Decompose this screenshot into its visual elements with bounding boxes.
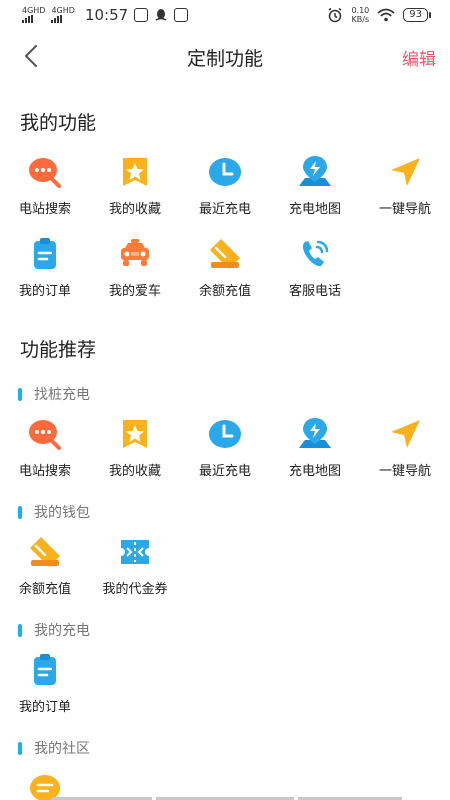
function-label: 余额充值 [18, 582, 71, 597]
section-marker [18, 623, 22, 637]
function-label: 最近充电 [198, 464, 251, 479]
star-icon [117, 416, 153, 452]
group-title-text: 我的钱包 [34, 505, 90, 521]
function-label: 充电地图 [288, 202, 341, 217]
chat-search-icon [27, 154, 63, 190]
function-item-recent-charging[interactable]: 最近充电 [180, 416, 270, 479]
function-label: 一键导航 [378, 464, 431, 479]
function-label: 客服电话 [288, 284, 341, 299]
function-label: 我的爱车 [108, 284, 161, 299]
net-speed: 0.10 KB/s [351, 6, 369, 24]
section-marker [18, 505, 22, 519]
recommended-title: 功能推荐 [20, 339, 97, 361]
function-item-recent-charging[interactable]: 最近充电 [180, 154, 270, 217]
group-title-text: 我的社区 [34, 741, 90, 757]
clock-icon [207, 416, 243, 452]
status-right: 0.10 KB/s 93 [327, 6, 431, 24]
function-item-my-orders[interactable]: 我的订单 [0, 236, 90, 299]
function-label: 我的收藏 [108, 202, 161, 217]
function-item-my-coupons[interactable]: 我的代金券 [90, 534, 180, 597]
signal-icon-sim2: 4GHD [51, 6, 75, 23]
wifi-icon [377, 8, 395, 22]
card-icon [27, 534, 63, 570]
sim2-label: 4GHD [51, 6, 75, 15]
clipboard-icon [27, 652, 63, 688]
clipboard-icon [27, 236, 63, 272]
group-title-my-wallet: 我的钱包 [18, 502, 90, 522]
function-item-station-search[interactable]: 电站搜索 [0, 154, 90, 217]
function-item-favorites[interactable]: 我的收藏 [90, 154, 180, 217]
map-bolt-icon [297, 416, 333, 452]
chat-search-icon [27, 416, 63, 452]
page-title: 定制功能 [186, 48, 263, 70]
function-item-navigation[interactable]: 一键导航 [360, 416, 450, 479]
function-label: 我的代金券 [102, 582, 168, 597]
section-marker [18, 741, 22, 755]
function-label: 最近充电 [198, 202, 251, 217]
status-left: 4GHD 4GHD 10:57 [22, 6, 189, 24]
function-label: 我的收藏 [108, 464, 161, 479]
notification-app-icon [134, 8, 149, 22]
image-notification-icon [174, 8, 189, 22]
my-functions-title: 我的功能 [20, 112, 97, 134]
group-title-my-community: 我的社区 [18, 738, 90, 758]
map-bolt-icon [297, 154, 333, 190]
navigation-icon [387, 154, 423, 190]
function-item-my-car[interactable]: 我的爱车 [90, 236, 180, 299]
function-item-navigation[interactable]: 一键导航 [360, 154, 450, 217]
function-item-community[interactable] [0, 772, 90, 800]
function-label: 电站搜索 [18, 464, 71, 479]
section-marker [18, 387, 22, 401]
star-icon [117, 154, 153, 190]
function-item-station-search[interactable]: 电站搜索 [0, 416, 90, 479]
group-title-my-charging: 我的充电 [18, 620, 90, 640]
sim1-label: 4GHD [22, 6, 46, 15]
function-label: 余额充值 [198, 284, 251, 299]
navigation-icon [387, 416, 423, 452]
alarm-icon [329, 7, 342, 23]
card-icon [207, 236, 243, 272]
phone-icon [297, 236, 333, 272]
qq-icon [155, 9, 167, 21]
status-bar: 4GHD 4GHD 10:57 0.10 KB/s 93 [0, 0, 450, 30]
coupon-icon [117, 534, 153, 570]
function-item-charging-map[interactable]: 充电地图 [270, 154, 360, 217]
function-label: 一键导航 [378, 202, 431, 217]
clock-time: 10:57 [84, 6, 129, 24]
group-title-text: 我的充电 [34, 623, 90, 639]
signal-icon-sim1: 4GHD [22, 7, 45, 23]
net-speed-unit: KB/s [351, 15, 370, 24]
net-speed-value: 0.10 [351, 6, 370, 15]
group-title-text: 找桩充电 [34, 387, 90, 403]
battery-indicator: 93 [403, 8, 431, 22]
function-label: 我的订单 [18, 284, 71, 299]
header: 定制功能 编辑 [0, 34, 450, 78]
car-icon [117, 236, 153, 272]
function-label: 充电地图 [288, 464, 341, 479]
clock-icon [207, 154, 243, 190]
function-item-balance-recharge[interactable]: 余额充值 [180, 236, 270, 299]
function-item-favorites[interactable]: 我的收藏 [90, 416, 180, 479]
group-title-find-charger: 找桩充电 [18, 384, 90, 404]
edit-button[interactable]: 编辑 [402, 45, 436, 70]
community-chat-icon [27, 772, 63, 800]
function-label: 我的订单 [18, 700, 71, 715]
function-item-charging-map[interactable]: 充电地图 [270, 416, 360, 479]
function-item-balance-recharge[interactable]: 余额充值 [0, 534, 90, 597]
function-item-customer-service[interactable]: 客服电话 [270, 236, 360, 299]
function-item-my-orders[interactable]: 我的订单 [0, 652, 90, 715]
function-label: 电站搜索 [18, 202, 71, 217]
